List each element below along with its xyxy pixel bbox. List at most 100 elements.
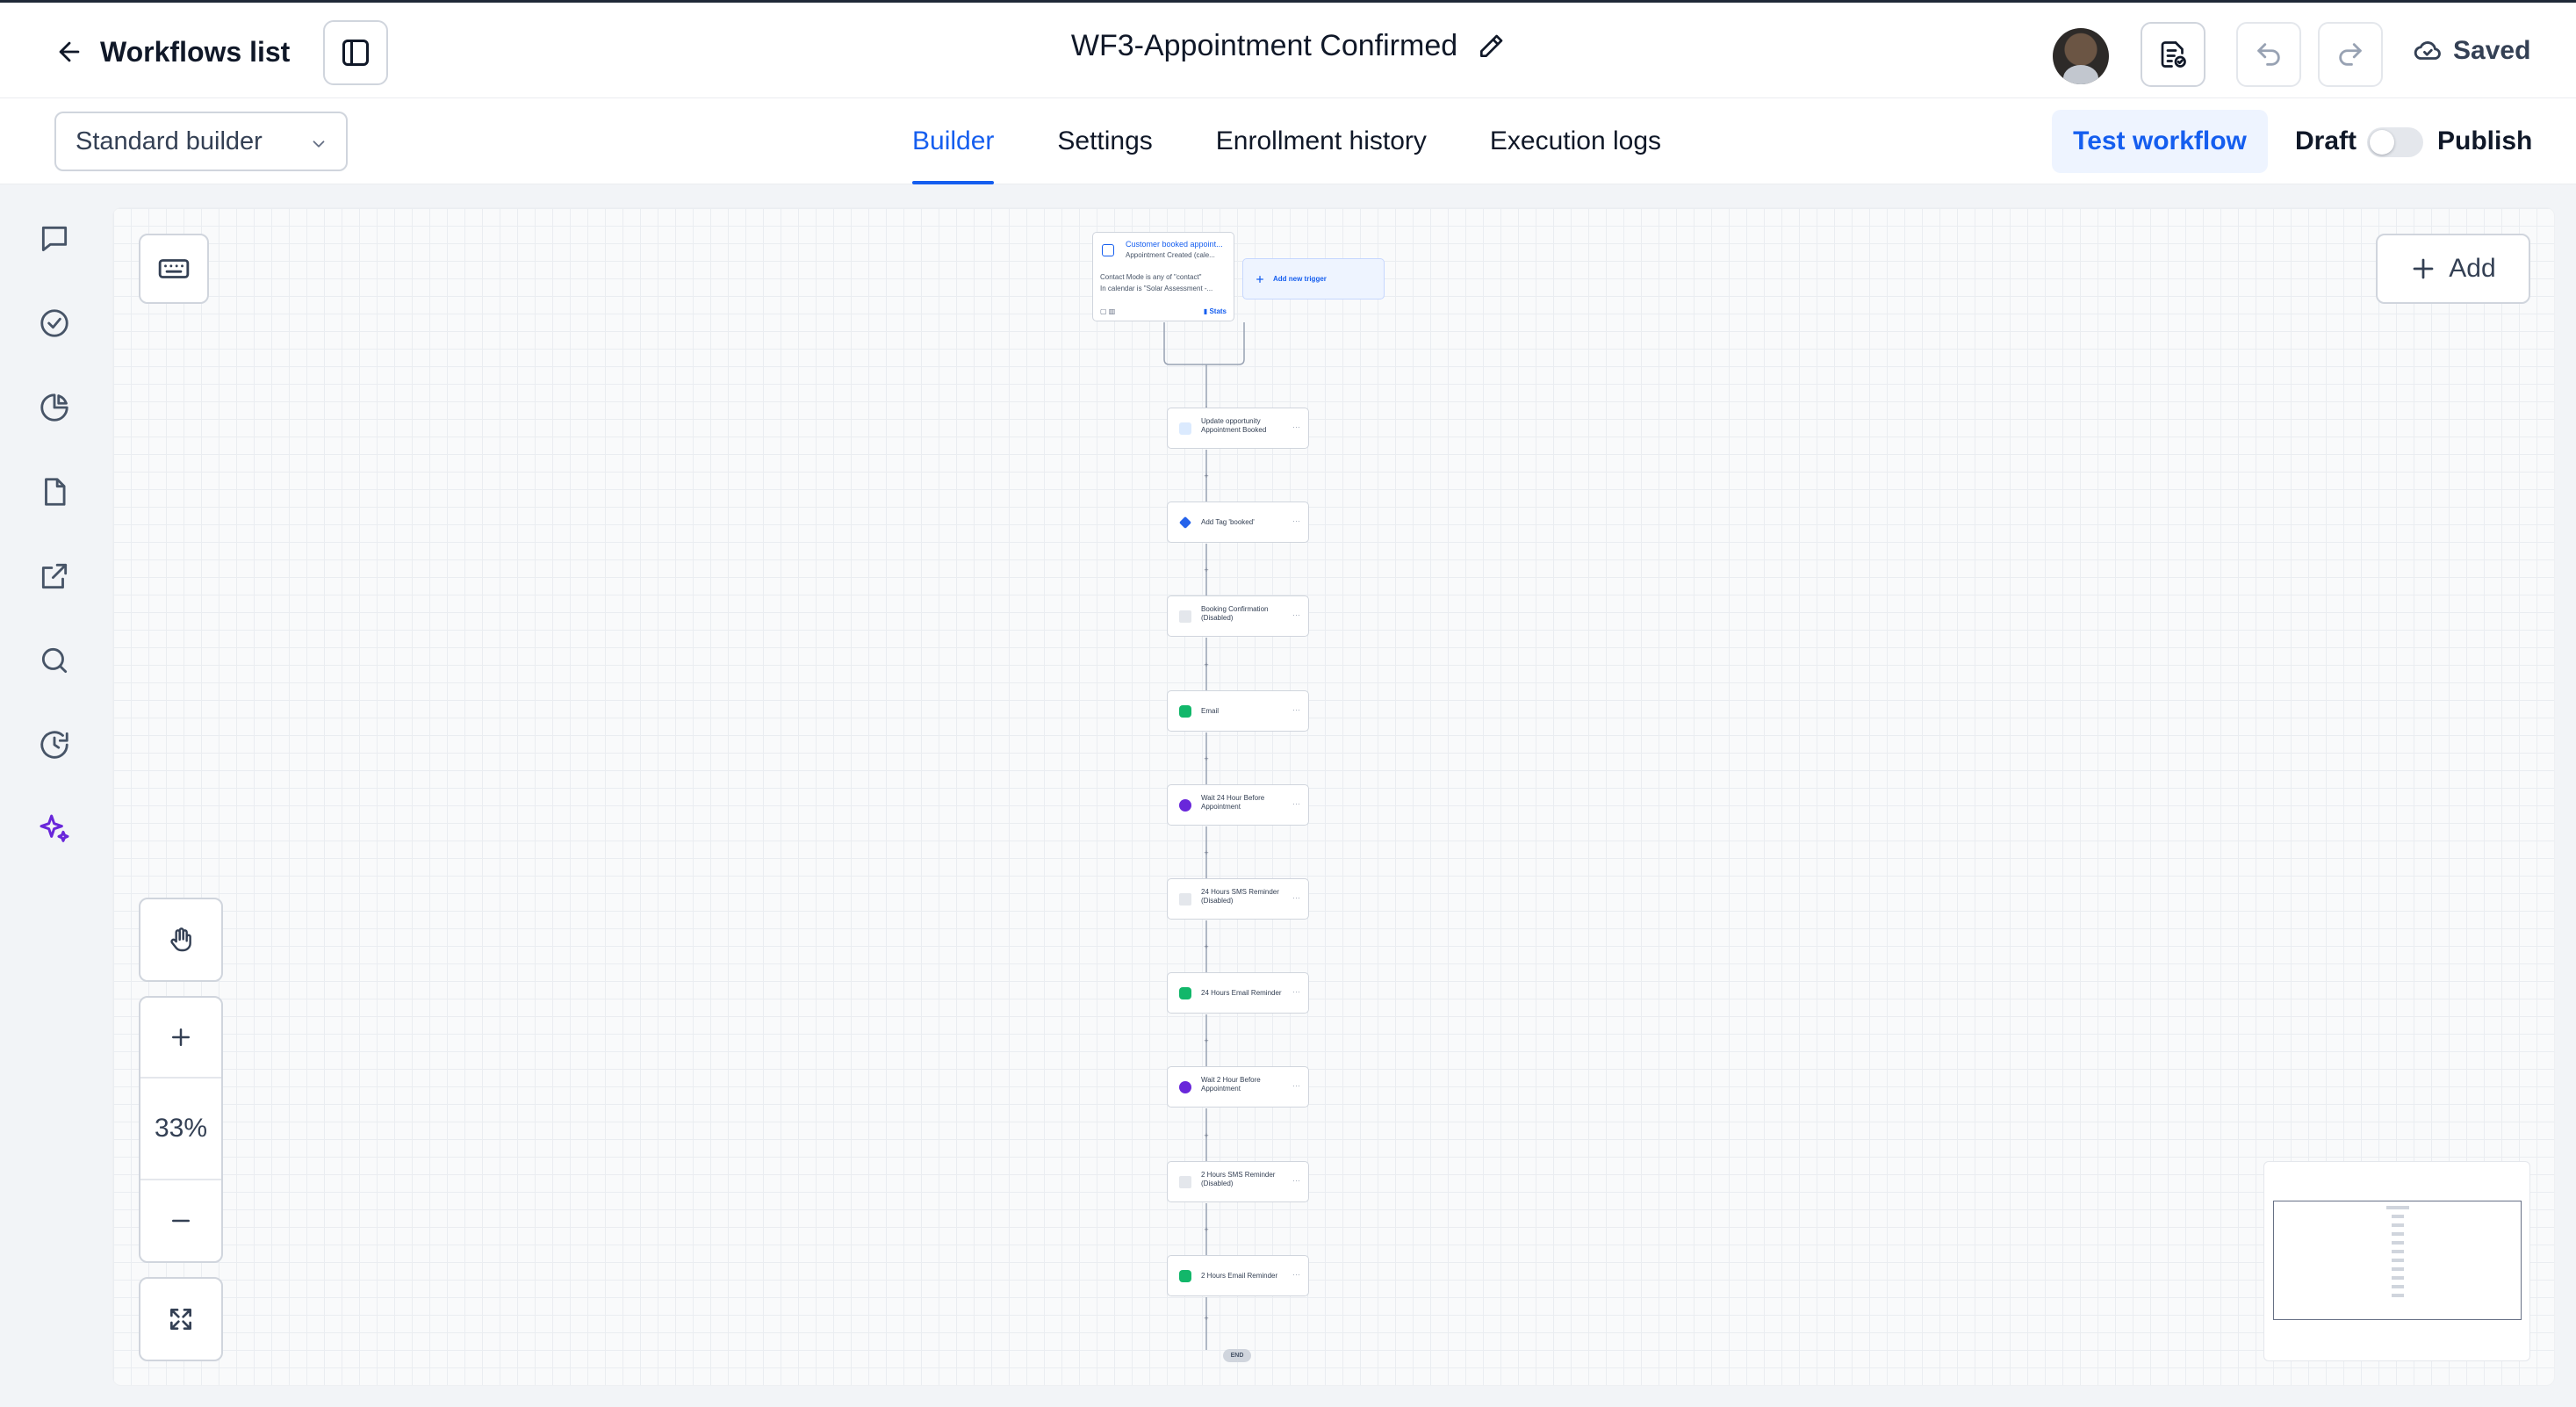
flow-connectors: +++++++++++ [1163,322,1245,1350]
email-icon [1179,1270,1191,1282]
step-menu-icon[interactable]: ··· [1292,516,1300,525]
minimap-step [2392,1294,2404,1297]
search-icon[interactable] [35,641,74,680]
step-menu-icon[interactable]: ··· [1292,705,1300,714]
opportunity-icon [1179,422,1191,435]
sub-header: Standard builder Builder Settings Enroll… [0,98,2576,184]
step-label: Email [1201,707,1220,715]
add-trigger-label: Add new trigger [1273,275,1327,283]
stats-link[interactable]: ▮ Stats [1204,307,1227,315]
plus-icon [1256,275,1264,284]
add-step-plus: + [1204,942,1208,951]
minimap-step [2392,1259,2404,1262]
redo-icon [2335,40,2365,69]
add-new-trigger-button[interactable]: Add new trigger [1242,258,1385,299]
add-step-plus: + [1204,566,1208,574]
pie-chart-icon[interactable] [35,388,74,427]
step-menu-icon[interactable]: ··· [1292,1270,1300,1279]
minimap-step [2392,1276,2404,1280]
minimap-step [2392,1267,2404,1271]
trigger-card[interactable]: Customer booked appoint... Appointment C… [1092,232,1234,321]
tab-bar: Builder Settings Enrollment history Exec… [912,98,1661,184]
builder-type-select[interactable]: Standard builder [54,112,348,171]
step-label: Update opportunity Appointment Booked [1201,417,1267,434]
save-status: Saved [2413,36,2530,66]
tag-icon [1178,516,1192,530]
workflow-step[interactable]: Booking Confirmation (Disabled) ··· [1167,595,1309,637]
add-step-plus: + [1204,1314,1208,1323]
add-step-plus: + [1204,1131,1208,1140]
tab-enrollment-history[interactable]: Enrollment history [1216,98,1427,184]
minimap-step [2392,1215,2404,1218]
workflow-step[interactable]: Add Tag 'booked' ··· [1167,501,1309,543]
zoom-out-button[interactable] [140,1179,221,1261]
undo-button[interactable] [2236,22,2301,87]
external-link-icon[interactable] [35,557,74,595]
test-workflow-button[interactable]: Test workflow [2052,110,2268,173]
workflow-step[interactable]: 2 Hours SMS Reminder (Disabled) ··· [1167,1161,1309,1202]
step-label: Wait 2 Hour Before Appointment [1201,1076,1261,1093]
step-label: 24 Hours Email Reminder [1201,989,1282,997]
minimap[interactable] [2263,1161,2530,1361]
zoom-in-button[interactable] [140,998,221,1079]
step-label: Wait 24 Hour Before Appointment [1201,794,1265,811]
publish-toggle[interactable] [2367,127,2423,157]
pencil-edit-icon[interactable] [1477,32,1505,61]
clock-icon [1179,799,1191,812]
add-step-plus: + [1204,472,1208,480]
tab-settings[interactable]: Settings [1057,98,1152,184]
stats-label: Stats [1209,307,1227,315]
workflow-title: WF3-Appointment Confirmed [1070,29,1458,62]
draft-label: Draft [2295,126,2357,155]
step-menu-icon[interactable]: ··· [1292,893,1300,902]
step-label: Booking Confirmation (Disabled) [1201,605,1269,622]
redo-button[interactable] [2318,22,2383,87]
step-menu-icon[interactable]: ··· [1292,422,1300,431]
email-icon [1179,705,1191,718]
user-avatar[interactable] [2053,28,2109,84]
zoom-controls: 33% [139,996,223,1263]
saved-label: Saved [2453,36,2531,65]
step-menu-icon[interactable]: ··· [1292,1081,1300,1090]
tab-execution-logs[interactable]: Execution logs [1490,98,1661,184]
step-menu-icon[interactable]: ··· [1292,987,1300,996]
keyboard-shortcuts-button[interactable] [139,234,209,304]
check-circle-icon[interactable] [35,304,74,343]
step-menu-icon[interactable]: ··· [1292,799,1300,808]
workflow-canvas[interactable]: +++++++++++ [112,207,2555,1386]
minimap-step [2392,1250,2404,1253]
workflow-step[interactable]: Wait 24 Hour Before Appointment ··· [1167,784,1309,826]
chat-icon[interactable] [35,220,74,258]
trigger-filter: In calendar is "Solar Assessment -... [1100,285,1213,292]
tab-builder[interactable]: Builder [912,98,995,184]
step-menu-icon[interactable]: ··· [1292,1176,1300,1185]
add-step-plus: + [1204,1225,1208,1234]
minimap-trigger [2386,1206,2409,1209]
workflow-report-button[interactable] [2141,22,2205,87]
workflow-step[interactable]: Email ··· [1167,690,1309,732]
clipboard-check-icon [2157,39,2189,70]
add-step-plus: + [1204,754,1208,763]
sparkles-icon[interactable] [35,810,74,848]
fit-view-button[interactable] [139,1277,223,1361]
document-icon[interactable] [35,473,74,511]
top-header: Workflows list WF3-Appointment Confirmed… [0,0,2576,98]
minimap-step [2392,1241,2404,1245]
step-label: Add Tag 'booked' [1201,518,1255,526]
copy-delete-icons[interactable]: ▢ ▥ [1100,307,1115,315]
workflow-step[interactable]: 2 Hours Email Reminder ··· [1167,1255,1309,1296]
step-label: 2 Hours Email Reminder [1201,1272,1278,1280]
workflow-step[interactable]: Update opportunity Appointment Booked ··· [1167,408,1309,449]
add-button[interactable]: Add [2376,234,2530,304]
sms-icon [1179,893,1191,906]
step-menu-icon[interactable]: ··· [1292,610,1300,619]
add-label: Add [2449,254,2496,283]
workflow-step[interactable]: 24 Hours Email Reminder ··· [1167,972,1309,1014]
pan-mode-button[interactable] [139,898,223,982]
history-icon[interactable] [35,725,74,764]
workflow-step[interactable]: Wait 2 Hour Before Appointment ··· [1167,1066,1309,1108]
minimap-nodes [2386,1206,2409,1297]
add-step-plus: + [1204,848,1208,857]
workflow-step[interactable]: 24 Hours SMS Reminder (Disabled) ··· [1167,878,1309,920]
cloud-check-icon [2413,36,2443,66]
